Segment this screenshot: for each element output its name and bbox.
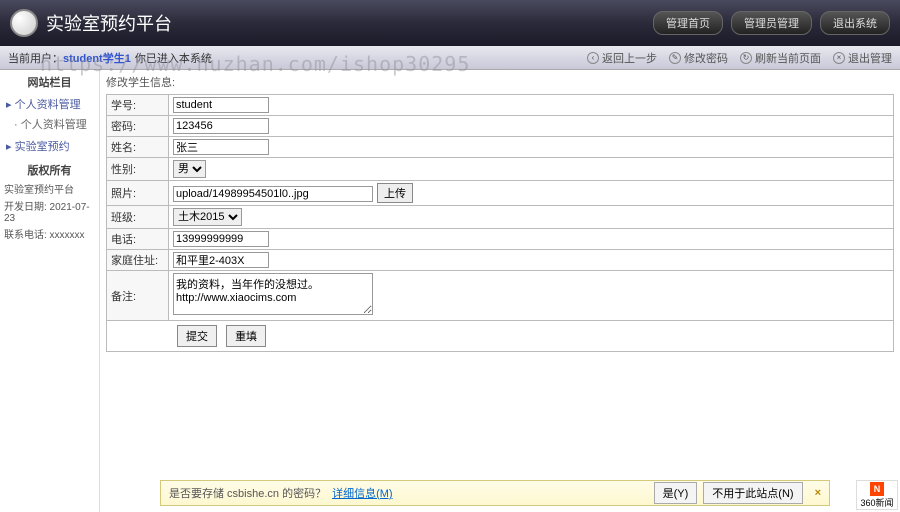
nav-logout-button[interactable]: 退出系统 [820,11,890,35]
exit-link[interactable]: ×退出管理 [833,50,892,66]
nav-home-button[interactable]: 管理首页 [653,11,723,35]
bak-label: 备注: [107,271,169,321]
sidebar-item-profile-child[interactable]: · 个人资料管理 [2,114,97,134]
nav-admin-button[interactable]: 管理员管理 [731,11,812,35]
exit-icon: × [833,52,845,64]
pw-not-button[interactable]: 不用于此站点(N) [703,482,802,504]
sub-header: 当前用户： student学生1 你已进入本系统 ‹返回上一步 ✎修改密码 ↻刷… [0,46,900,70]
sno-label: 学号: [107,95,169,116]
class-select[interactable]: 土木2015 [173,208,242,226]
news-badge-icon: N [870,482,884,496]
back-icon: ‹ [587,52,599,64]
pwd-label: 密码: [107,116,169,137]
main: 网站栏目 ▸ 个人资料管理 · 个人资料管理 ▸ 实验室预约 版权所有 实验室预… [0,70,900,512]
pw-save-button[interactable]: 是(Y) [654,482,698,504]
sidebar-item-reserve[interactable]: ▸ 实验室预约 [2,136,97,156]
bak-textarea[interactable]: 我的资料，当年作的没想过。 http://www.xiaocims.com [173,273,373,315]
sidebar-item-profile[interactable]: ▸ 个人资料管理 [2,94,97,114]
back-link[interactable]: ‹返回上一步 [587,50,657,66]
change-pw-link[interactable]: ✎修改密码 [669,50,728,66]
name-input[interactable] [173,139,269,155]
password-save-bar: 是否要存储 csbishe.cn 的密码？ 详细信息(M) 是(Y) 不用于此站… [160,480,830,506]
sidebar-info-title: 版权所有 [2,162,97,178]
sidebar-title: 网站栏目 [2,74,97,90]
class-label: 班级: [107,206,169,229]
pw-close-icon[interactable]: × [815,487,821,499]
logo-icon [10,9,38,37]
pw-bar-more-link[interactable]: 详细信息(M) [332,485,393,501]
news-label: 360新闻 [857,496,897,509]
dev-date: 开发日期: 2021-07-23 [2,197,97,225]
name-label: 姓名: [107,137,169,158]
subheader-links: ‹返回上一步 ✎修改密码 ↻刷新当前页面 ×退出管理 [587,50,892,66]
pwd-input[interactable] [173,118,269,134]
tel-input[interactable] [173,231,269,247]
pw-bar-text: 是否要存储 csbishe.cn 的密码？ [169,485,326,501]
student-form: 学号: 密码: 姓名: 性别:男女 照片: 上传 班级:土木2015 电话: 家庭… [106,94,894,352]
copyright-name: 实验室预约平台 [2,180,97,197]
sidebar: 网站栏目 ▸ 个人资料管理 · 个人资料管理 ▸ 实验室预约 版权所有 实验室预… [0,70,100,512]
submit-button[interactable]: 提交 [177,325,217,347]
content: 修改学生信息: 学号: 密码: 姓名: 性别:男女 照片: 上传 班级:土木201… [100,70,900,512]
addr-input[interactable] [173,252,269,268]
reset-button[interactable]: 重填 [226,325,266,347]
sex-select[interactable]: 男女 [173,160,206,178]
contact-phone: 联系电话: xxxxxxx [2,225,97,242]
photo-input[interactable] [173,186,373,202]
tel-label: 电话: [107,229,169,250]
news-widget[interactable]: N 360新闻 [856,480,898,510]
sno-input[interactable] [173,97,269,113]
sex-label: 性别: [107,158,169,181]
current-user: student学生1 [63,50,131,66]
login-mode: 你已进入本系统 [135,50,212,66]
refresh-icon: ↻ [740,52,752,64]
current-user-prefix: 当前用户： [8,50,63,66]
app-header: 实验室预约平台 管理首页 管理员管理 退出系统 [0,0,900,46]
upload-button[interactable]: 上传 [377,183,413,203]
addr-label: 家庭住址: [107,250,169,271]
panel-title: 修改学生信息: [106,74,894,90]
refresh-link[interactable]: ↻刷新当前页面 [740,50,821,66]
header-buttons: 管理首页 管理员管理 退出系统 [653,11,890,35]
photo-label: 照片: [107,181,169,206]
key-icon: ✎ [669,52,681,64]
logo: 实验室预约平台 [10,9,172,37]
app-title: 实验室预约平台 [46,10,172,36]
